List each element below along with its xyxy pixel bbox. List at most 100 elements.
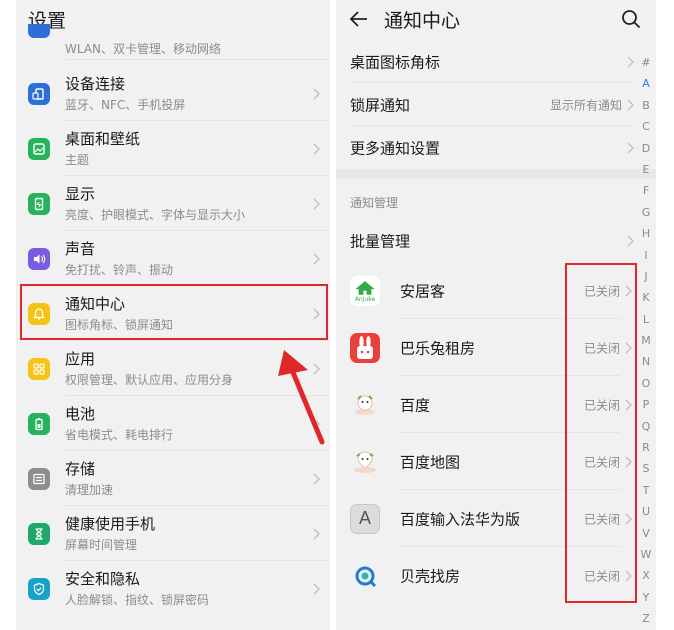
app-name: 百度输入法华为版 bbox=[400, 510, 521, 528]
chevron-right-icon bbox=[313, 253, 320, 264]
settings-item-title: 应用 bbox=[65, 350, 96, 368]
chevron-right-icon bbox=[627, 56, 634, 68]
alphabet-index[interactable]: # A B C D E F G H I J K L M N O P Q R S T U V W X Y Z bbox=[638, 52, 654, 630]
app-name: 贝壳找房 bbox=[400, 567, 461, 585]
settings-item-subtitle: 亮度、护眼模式、字体与显示大小 bbox=[65, 208, 246, 222]
settings-item-title: 健康使用手机 bbox=[65, 515, 156, 533]
settings-item-device-connect[interactable]: 设备连接 蓝牙、NFC、手机投屏 bbox=[16, 66, 330, 121]
icon-text: Anjuke bbox=[354, 295, 376, 303]
alphabet-letter[interactable]: P bbox=[638, 394, 654, 415]
alphabet-letter[interactable]: I bbox=[638, 245, 654, 266]
chevron-right-icon bbox=[313, 528, 320, 539]
settings-item-subtitle: 省电模式、耗电排行 bbox=[65, 428, 174, 442]
alphabet-letter[interactable]: N bbox=[638, 351, 654, 372]
alphabet-letter[interactable]: H bbox=[638, 223, 654, 244]
settings-item-title: 电池 bbox=[65, 405, 96, 423]
lock-screen-notification-row[interactable]: 锁屏通知 显示所有通知 bbox=[336, 84, 656, 126]
alphabet-letter[interactable]: B bbox=[638, 95, 654, 116]
alphabet-letter[interactable]: L bbox=[638, 309, 654, 330]
row-label: 锁屏通知 bbox=[350, 96, 411, 115]
settings-item-subtitle: 权限管理、默认应用、应用分身 bbox=[65, 373, 234, 387]
settings-item-title: 设备连接 bbox=[65, 75, 126, 93]
notification-header: 通知中心 bbox=[336, 0, 656, 40]
settings-item-subtitle: 清理加速 bbox=[65, 483, 114, 497]
wifi-icon bbox=[28, 24, 50, 38]
alphabet-letter[interactable]: D bbox=[638, 138, 654, 159]
app-name: 安居客 bbox=[400, 282, 446, 300]
settings-item-subtitle: 蓝牙、NFC、手机投屏 bbox=[65, 98, 186, 112]
page-title: 通知中心 bbox=[384, 10, 461, 32]
settings-item-subtitle: WLAN、双卡管理、移动网络 bbox=[65, 42, 222, 56]
alphabet-letter[interactable]: X bbox=[638, 565, 654, 586]
alphabet-letter[interactable]: K bbox=[638, 287, 654, 308]
alphabet-letter[interactable]: J bbox=[638, 266, 654, 287]
alphabet-letter[interactable]: T bbox=[638, 480, 654, 501]
chevron-right-icon bbox=[627, 235, 634, 247]
section-header: 通知管理 bbox=[350, 196, 399, 210]
batch-manage-row[interactable]: 批量管理 bbox=[336, 220, 656, 262]
device-connect-icon bbox=[28, 82, 50, 105]
apps-icon bbox=[28, 357, 50, 380]
app-name: 百度 bbox=[400, 396, 431, 414]
alphabet-letter[interactable]: S bbox=[638, 458, 654, 479]
baidu-icon bbox=[350, 390, 380, 420]
settings-item-subtitle: 屏幕时间管理 bbox=[65, 538, 138, 552]
section-gap bbox=[336, 169, 656, 179]
row-label: 批量管理 bbox=[350, 232, 411, 251]
icon-text: A bbox=[358, 508, 371, 528]
settings-item-subtitle: 主题 bbox=[65, 153, 90, 167]
chevron-right-icon bbox=[627, 142, 634, 154]
alphabet-letter[interactable]: F bbox=[638, 180, 654, 201]
alphabet-letter[interactable]: # bbox=[638, 52, 654, 73]
alphabet-letter[interactable]: W bbox=[638, 544, 654, 565]
settings-item-title: 安全和隐私 bbox=[65, 570, 141, 588]
display-icon bbox=[28, 192, 50, 215]
highlight-box-status bbox=[565, 263, 637, 603]
chevron-right-icon bbox=[313, 473, 320, 484]
back-arrow-icon[interactable] bbox=[348, 8, 370, 30]
chevron-right-icon bbox=[313, 88, 320, 99]
search-icon[interactable] bbox=[620, 8, 642, 30]
storage-icon bbox=[28, 467, 50, 490]
alphabet-letter[interactable]: M bbox=[638, 330, 654, 351]
alphabet-letter[interactable]: G bbox=[638, 202, 654, 223]
chevron-right-icon bbox=[627, 99, 634, 111]
settings-item-title: 显示 bbox=[65, 185, 96, 203]
settings-item-wallpaper[interactable]: 桌面和壁纸 主题 bbox=[16, 121, 330, 176]
alphabet-letter[interactable]: R bbox=[638, 437, 654, 458]
alphabet-letter[interactable]: Z bbox=[638, 608, 654, 629]
anjuke-icon: Anjuke bbox=[350, 275, 380, 306]
baidu-map-icon bbox=[350, 447, 380, 477]
settings-item-digital-balance[interactable]: 健康使用手机 屏幕时间管理 bbox=[16, 506, 330, 561]
desktop-badge-row[interactable]: 桌面图标角标 bbox=[336, 41, 656, 83]
shield-icon bbox=[28, 577, 50, 600]
row-value: 显示所有通知 bbox=[549, 98, 622, 113]
highlight-box-notification bbox=[20, 284, 328, 340]
alphabet-letter[interactable]: V bbox=[638, 523, 654, 544]
settings-item-storage[interactable]: 存储 清理加速 bbox=[16, 451, 330, 506]
settings-item-subtitle: 免打扰、铃声、振动 bbox=[65, 263, 174, 277]
alphabet-letter[interactable]: Q bbox=[638, 416, 654, 437]
settings-item-display[interactable]: 显示 亮度、护眼模式、字体与显示大小 bbox=[16, 176, 330, 231]
sound-icon bbox=[28, 247, 50, 270]
chevron-right-icon bbox=[313, 143, 320, 154]
alphabet-letter[interactable]: E bbox=[638, 159, 654, 180]
chevron-right-icon bbox=[313, 198, 320, 209]
chevron-right-icon bbox=[313, 583, 320, 594]
settings-item-title: 声音 bbox=[65, 240, 96, 258]
alphabet-letter[interactable]: A bbox=[638, 73, 654, 94]
settings-item-security-privacy[interactable]: 安全和隐私 人脸解锁、指纹、锁屏密码 bbox=[16, 561, 330, 616]
alphabet-letter[interactable]: U bbox=[638, 501, 654, 522]
settings-item-network[interactable]: WLAN、双卡管理、移动网络 bbox=[16, 20, 330, 60]
wallpaper-icon bbox=[28, 137, 50, 160]
app-name: 巴乐兔租房 bbox=[400, 339, 476, 357]
more-notification-settings-row[interactable]: 更多通知设置 bbox=[336, 127, 656, 169]
annotation-arrow bbox=[278, 350, 325, 445]
alphabet-letter[interactable]: C bbox=[638, 116, 654, 137]
row-label: 更多通知设置 bbox=[350, 139, 441, 158]
alphabet-letter[interactable]: Y bbox=[638, 587, 654, 608]
baidu-input-icon: A bbox=[350, 503, 380, 534]
alphabet-letter[interactable]: O bbox=[638, 373, 654, 394]
battery-icon bbox=[28, 412, 50, 435]
settings-item-sound[interactable]: 声音 免打扰、铃声、振动 bbox=[16, 231, 330, 286]
